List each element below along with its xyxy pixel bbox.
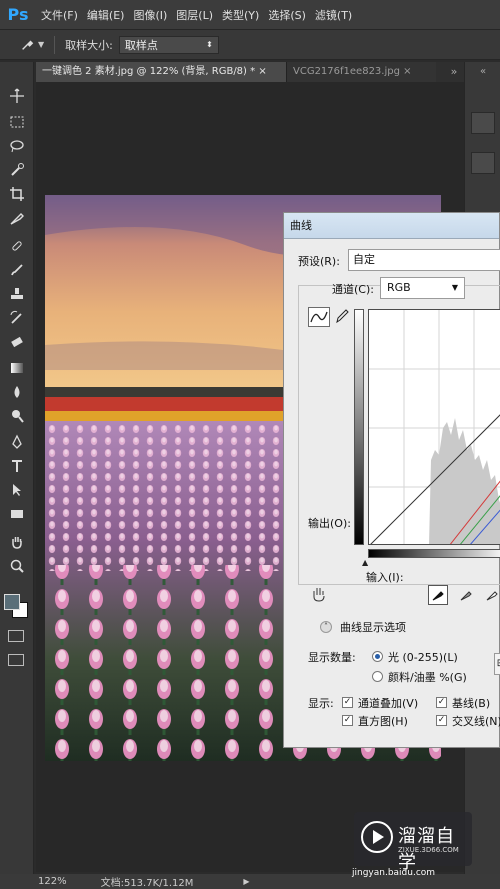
eyedropper-icon[interactable] xyxy=(20,38,34,52)
foreground-color-swatch[interactable] xyxy=(4,594,20,610)
baseline-checkbox[interactable]: ✓ xyxy=(436,697,447,708)
histogram-label: 直方图(H) xyxy=(358,715,408,728)
menu-type[interactable]: 类型(Y) xyxy=(222,7,259,23)
histogram-checkbox[interactable]: ✓ xyxy=(342,715,353,726)
healing-brush-icon[interactable] xyxy=(7,236,27,256)
output-label: 输出(O): xyxy=(308,517,351,530)
curves-dialog: 曲线 预设(R): 自定 通道(C): RGB ▼ 输出(O): ▲ 输入(I)… xyxy=(283,212,500,748)
tab-label: 一键调色 2 素材.jpg @ 122% (背景, RGB/8) * xyxy=(42,66,256,77)
document-size: 文档:513.7K/1.12M xyxy=(100,878,194,889)
target-adjust-hand-icon[interactable] xyxy=(310,585,332,605)
panel-button-1[interactable] xyxy=(471,112,495,134)
chevron-down-icon: ▼ xyxy=(451,283,458,292)
gray-point-eyedropper-icon[interactable] xyxy=(456,585,476,605)
channel-select[interactable]: RGB ▼ xyxy=(380,277,465,299)
channel-label: 通道(C): xyxy=(332,283,374,296)
menu-file[interactable]: 文件(F) xyxy=(41,7,78,23)
panel-collapse-icon[interactable]: « xyxy=(465,62,500,82)
pen-icon[interactable] xyxy=(7,432,27,452)
tab-label: VCG2176f1ee823.jpg xyxy=(293,66,400,77)
curves-graph[interactable] xyxy=(368,309,500,545)
quick-select-icon[interactable] xyxy=(7,160,27,180)
watermark-sub: ZIXUE.3D66.COM xyxy=(398,846,459,854)
zoom-icon[interactable] xyxy=(7,556,27,576)
pigment-radio[interactable] xyxy=(372,671,383,682)
expand-options-icon[interactable]: ˄ xyxy=(320,621,332,633)
history-brush-icon[interactable] xyxy=(7,308,27,328)
screen-mode-icon[interactable] xyxy=(8,654,24,666)
show-amount-label: 显示数量: xyxy=(308,651,356,664)
tools-panel xyxy=(0,62,34,880)
grid-toggle-icon[interactable]: ⊞ xyxy=(494,653,500,675)
color-swatches[interactable] xyxy=(4,592,28,622)
curves-graph-canvas xyxy=(369,310,500,544)
input-gradient-bar xyxy=(368,549,500,558)
move-icon[interactable] xyxy=(7,86,27,106)
intersection-label: 交叉线(N) xyxy=(452,715,500,728)
status-menu-icon[interactable]: ▶ xyxy=(243,877,249,886)
document-tabs: 一键调色 2 素材.jpg @ 122% (背景, RGB/8) * × VCG… xyxy=(36,62,464,82)
intersection-checkbox[interactable]: ✓ xyxy=(436,715,447,726)
baseline-label: 基线(B) xyxy=(452,697,491,710)
options-divider xyxy=(54,35,56,54)
black-point-eyedropper-icon[interactable] xyxy=(428,585,448,605)
sample-size-select[interactable]: 取样点 ⬍ xyxy=(118,35,219,54)
light-option-label: 光 (0-255)(L) xyxy=(388,651,458,664)
input-label: 输入(I): xyxy=(366,571,404,584)
type-icon[interactable] xyxy=(7,456,27,476)
eyedropper-icon[interactable] xyxy=(7,208,27,228)
zoom-level[interactable]: 122% xyxy=(38,876,67,887)
watermark: 溜溜自学 ZIXUE.3D66.COM xyxy=(354,812,472,873)
close-icon[interactable]: × xyxy=(403,66,411,77)
options-bar: ▼ 取样大小: 取样点 ⬍ xyxy=(0,30,500,60)
play-logo-icon xyxy=(361,821,393,853)
curve-edit-icon[interactable] xyxy=(308,307,330,327)
output-gradient-bar xyxy=(354,309,364,545)
gradient-icon[interactable] xyxy=(7,358,27,378)
rectangle-icon[interactable] xyxy=(7,504,27,524)
menu-edit[interactable]: 编辑(E) xyxy=(87,7,125,23)
menu-image[interactable]: 图像(I) xyxy=(133,7,167,23)
sample-size-label: 取样大小: xyxy=(65,38,113,52)
menu-bar: Ps 文件(F) 编辑(E) 图像(I) 图层(L) 类型(Y) 选择(S) 滤… xyxy=(0,0,500,30)
tabs-overflow-icon[interactable]: » xyxy=(444,62,464,82)
sample-size-value: 取样点 xyxy=(124,38,158,52)
pencil-icon[interactable] xyxy=(334,307,352,327)
marquee-icon[interactable] xyxy=(7,112,27,132)
brush-icon[interactable] xyxy=(7,260,27,280)
path-select-icon[interactable] xyxy=(7,480,27,500)
photoshop-logo: Ps xyxy=(7,5,29,24)
crop-icon[interactable] xyxy=(7,184,27,204)
black-point-slider-icon[interactable]: ▲ xyxy=(362,558,368,567)
stamp-icon[interactable] xyxy=(7,284,27,304)
preset-label: 预设(R): xyxy=(298,255,340,268)
dialog-title: 曲线 xyxy=(284,213,499,239)
pigment-option-label: 颜料/油墨 %(G) xyxy=(388,671,467,684)
eraser-icon[interactable] xyxy=(7,332,27,352)
tab-document-1[interactable]: 一键调色 2 素材.jpg @ 122% (背景, RGB/8) * × xyxy=(36,62,286,82)
channel-overlay-label: 通道叠加(V) xyxy=(358,697,419,710)
close-icon[interactable]: × xyxy=(258,66,266,77)
quick-mask-icon[interactable] xyxy=(8,630,24,642)
blur-icon[interactable] xyxy=(7,382,27,402)
lasso-icon[interactable] xyxy=(7,136,27,156)
select-arrows-icon: ⬍ xyxy=(206,40,213,49)
light-radio[interactable] xyxy=(372,651,383,662)
tab-document-2[interactable]: VCG2176f1ee823.jpg × xyxy=(286,62,436,82)
menu-filter[interactable]: 滤镜(T) xyxy=(315,7,352,23)
white-point-eyedropper-icon[interactable] xyxy=(482,585,500,605)
menu-select[interactable]: 选择(S) xyxy=(268,7,306,23)
tool-preset-caret-icon[interactable]: ▼ xyxy=(38,40,44,49)
preset-select[interactable]: 自定 xyxy=(348,249,500,271)
show-label: 显示: xyxy=(308,697,334,710)
dodge-icon[interactable] xyxy=(7,406,27,426)
curve-display-options-label: 曲线显示选项 xyxy=(340,621,406,634)
panel-button-2[interactable] xyxy=(471,152,495,174)
menu-layer[interactable]: 图层(L) xyxy=(176,7,213,23)
hand-icon[interactable] xyxy=(7,532,27,552)
watermark-url: jingyan.baidu.com xyxy=(352,868,436,878)
channel-value: RGB xyxy=(387,281,411,294)
channel-overlay-checkbox[interactable]: ✓ xyxy=(342,697,353,708)
